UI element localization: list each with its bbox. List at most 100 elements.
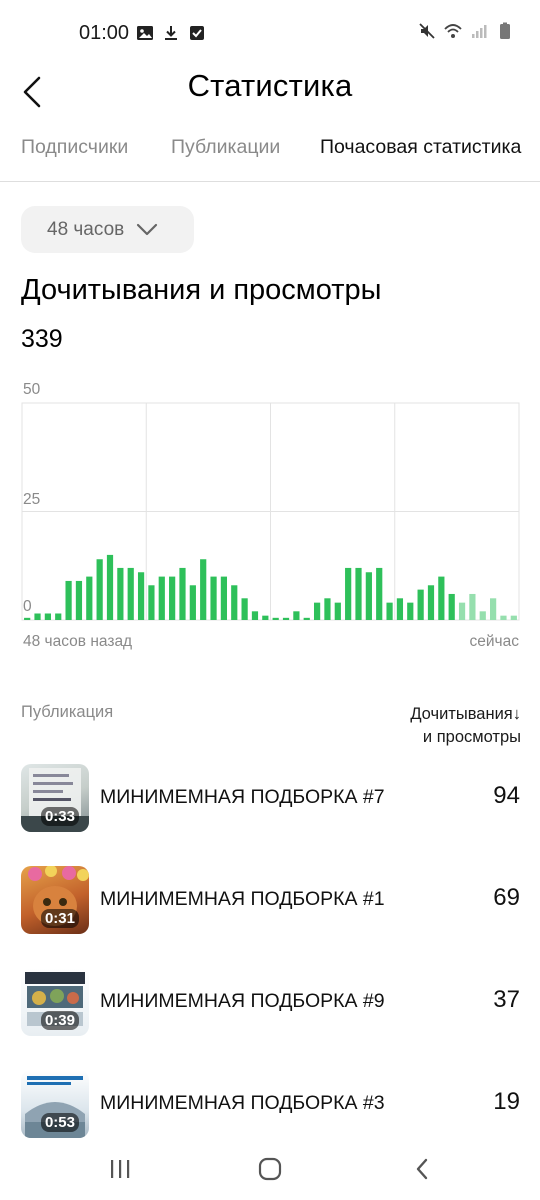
video-duration: 0:31 <box>40 909 79 928</box>
chart-bar <box>231 585 238 620</box>
chart-bar <box>396 598 404 620</box>
chart-bar <box>355 567 362 620</box>
chart-bar <box>427 585 435 620</box>
publication-views: 37 <box>493 986 520 1013</box>
video-thumbnail: 0:53 <box>21 1070 89 1138</box>
download-icon <box>165 26 177 40</box>
chart-bar <box>448 593 455 620</box>
column-publication: Публикация <box>21 703 114 721</box>
chart-bar <box>272 617 279 620</box>
period-label: 48 часов <box>47 218 125 240</box>
list-header: Публикация Дочитывания↓ и просмотры <box>0 700 540 750</box>
chart-bar <box>44 613 51 620</box>
status-bar: 01:00 <box>0 0 540 66</box>
tab-bar: Подписчики Публикации Почасовая статисти… <box>0 122 540 182</box>
chart-bar <box>490 598 497 620</box>
publication-row[interactable]: 0:53 МИНИМЕМНАЯ ПОДБОРКА #3 19 <box>0 1070 540 1142</box>
chart-bar <box>210 576 217 620</box>
checkbox-icon <box>190 26 204 40</box>
y-tick-label: 0 <box>23 598 32 615</box>
chart-bar <box>106 554 114 620</box>
tab-subscribers[interactable]: Подписчики <box>21 136 128 159</box>
chart-bar <box>179 567 186 620</box>
chart-bar <box>479 611 486 620</box>
chart-bar <box>376 567 383 620</box>
publication-title: МИНИМЕМНАЯ ПОДБОРКА #7 <box>100 786 385 808</box>
back-nav-icon <box>416 1158 428 1180</box>
publication-row[interactable]: 0:33 МИНИМЕМНАЯ ПОДБОРКА #7 94 <box>0 764 540 836</box>
status-time: 01:00 <box>79 22 130 44</box>
chart-bar <box>251 611 259 620</box>
chart-bar <box>96 559 103 620</box>
chart-bar <box>24 617 31 620</box>
chart-bar <box>282 617 290 620</box>
chart-bar <box>34 613 41 620</box>
publication-row[interactable]: 0:39 МИНИМЕМНАЯ ПОДБОРКА #9 37 <box>0 968 540 1040</box>
chart-bar <box>386 602 393 620</box>
chart-bar <box>86 576 93 620</box>
chart-bar <box>137 572 145 620</box>
tab-hourly-stats[interactable]: Почасовая статистика <box>320 136 521 159</box>
section-title: Дочитывания и просмотры <box>21 274 382 306</box>
publication-views: 19 <box>493 1088 520 1115</box>
chevron-down-icon <box>137 223 158 235</box>
publication-row[interactable]: 0:31 МИНИМЕМНАЯ ПОДБОРКА #1 69 <box>0 866 540 938</box>
chart-bar <box>189 585 196 620</box>
home-icon <box>258 1157 282 1181</box>
chart-bar <box>417 589 424 620</box>
home-button[interactable] <box>250 1154 290 1184</box>
header: Статистика <box>0 66 540 122</box>
recent-apps-icon <box>111 1160 130 1178</box>
chart-bar <box>241 598 248 620</box>
section-total: 339 <box>21 325 63 353</box>
wifi-icon <box>444 24 462 38</box>
chart-bar <box>220 576 228 620</box>
chart-bar <box>313 602 321 620</box>
chart-bar <box>469 593 476 620</box>
chart-bar <box>117 567 124 620</box>
chart-bar <box>293 611 300 620</box>
y-tick-label: 25 <box>23 491 41 508</box>
image-icon <box>137 26 153 40</box>
chart-bar <box>500 615 507 620</box>
x-start-label: 48 часов назад <box>23 633 133 650</box>
chart-bar <box>169 576 176 620</box>
publication-title: МИНИМЕМНАЯ ПОДБОРКА #1 <box>100 888 385 910</box>
hourly-chart: 50 25 0 48 часов назад сейчас <box>0 370 540 660</box>
chart-bar <box>438 576 445 620</box>
video-duration: 0:39 <box>40 1011 79 1030</box>
publication-views: 69 <box>493 884 520 911</box>
battery-icon <box>500 22 510 39</box>
page-title: Статистика <box>187 68 353 103</box>
chart-bar <box>262 615 269 620</box>
recent-apps-button[interactable] <box>100 1154 140 1184</box>
chart-bar <box>365 572 372 620</box>
video-thumbnail: 0:33 <box>21 764 89 832</box>
system-nav-bar <box>0 1140 540 1200</box>
video-thumbnail: 0:31 <box>21 866 89 934</box>
mute-icon <box>419 23 435 39</box>
chart-bar <box>127 567 134 620</box>
publication-title: МИНИМЕМНАЯ ПОДБОРКА #3 <box>100 1092 385 1114</box>
chart-canvas <box>21 402 520 621</box>
chart-bar <box>458 602 466 620</box>
chart-bar <box>148 585 155 620</box>
chart-bar <box>158 576 165 620</box>
video-thumbnail: 0:39 <box>21 968 89 1036</box>
chart-bar <box>200 559 207 620</box>
video-duration: 0:33 <box>40 807 79 826</box>
chart-bar <box>55 613 62 620</box>
tab-publications[interactable]: Публикации <box>171 136 280 159</box>
chart-bar <box>324 598 331 620</box>
column-views-sort[interactable]: Дочитывания↓ и просмотры <box>410 703 521 749</box>
publication-title: МИНИМЕМНАЯ ПОДБОРКА #9 <box>100 990 385 1012</box>
chart-bar <box>407 602 414 620</box>
chart-bar <box>334 602 341 620</box>
period-dropdown[interactable]: 48 часов <box>21 206 194 253</box>
signal-icon <box>472 25 487 38</box>
chart-bar <box>75 580 83 620</box>
chart-bar <box>345 567 352 620</box>
publication-views: 94 <box>493 782 520 809</box>
column-views-line2: и просмотры <box>422 728 521 746</box>
back-nav-button[interactable] <box>402 1154 442 1184</box>
